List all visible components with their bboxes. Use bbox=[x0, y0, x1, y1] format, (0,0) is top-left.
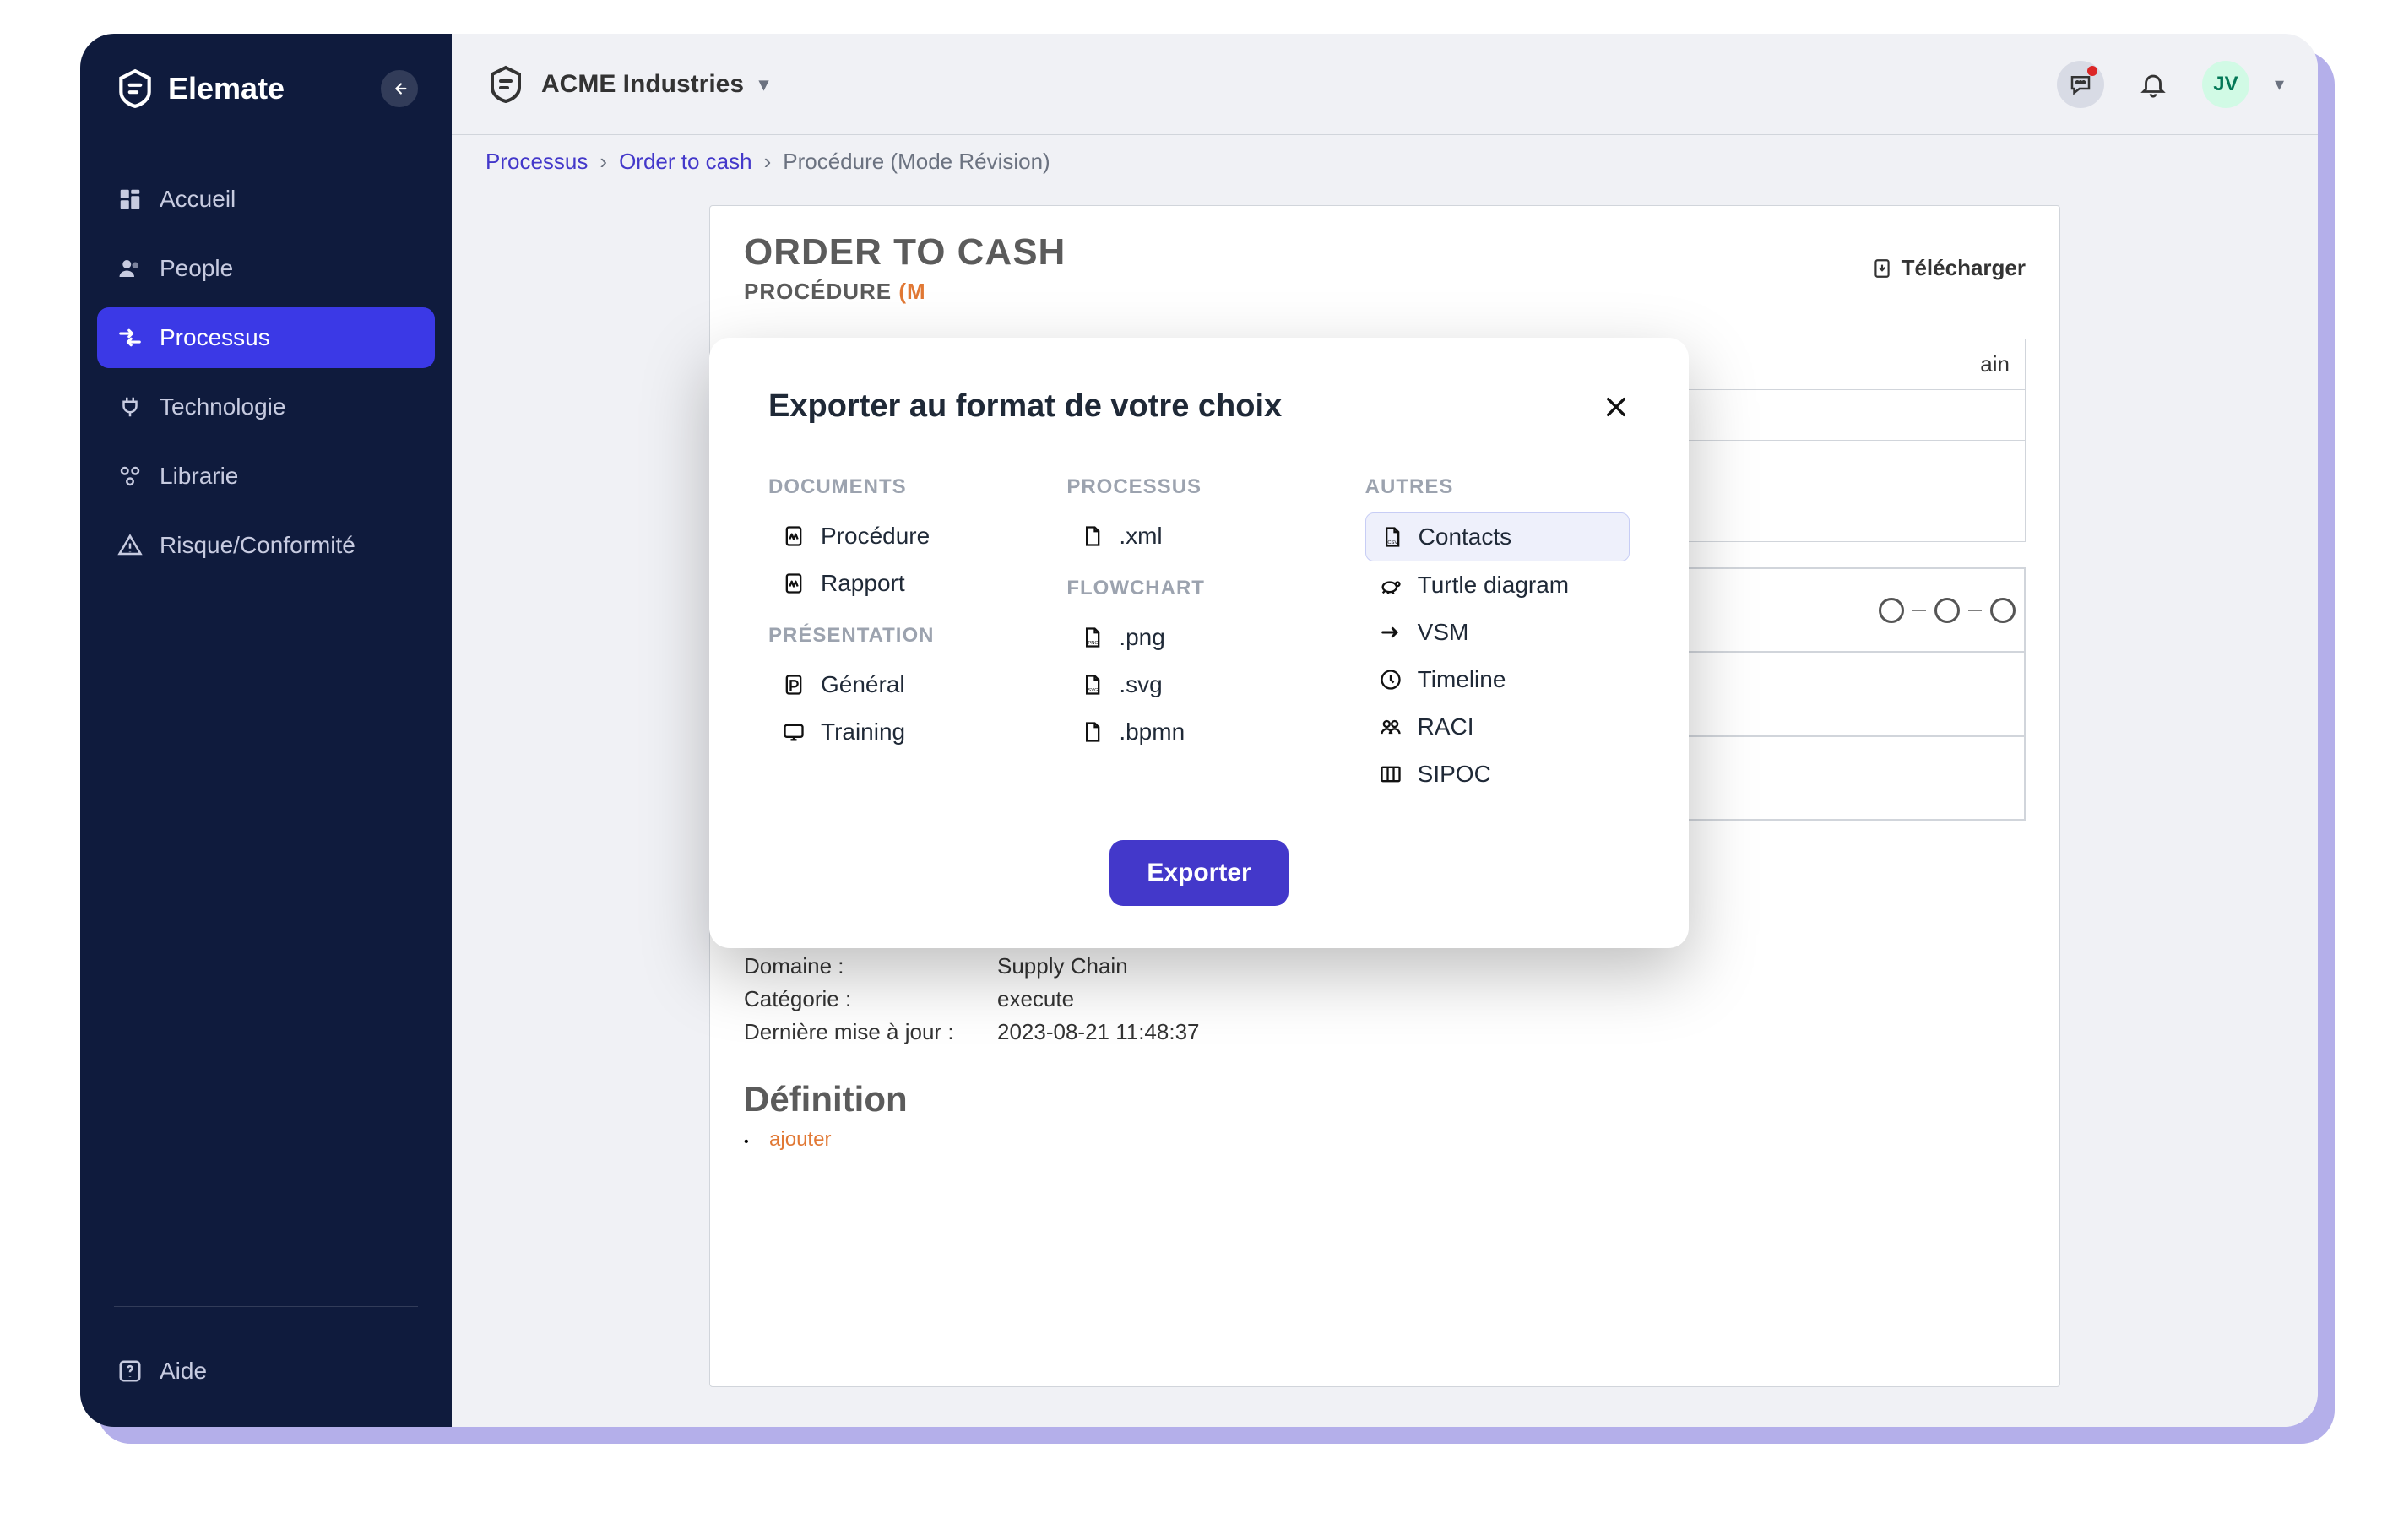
export-option-bpmn[interactable]: .bpmn bbox=[1066, 708, 1331, 756]
export-option-raci[interactable]: RACI bbox=[1365, 703, 1630, 751]
export-button[interactable]: Exporter bbox=[1109, 840, 1288, 906]
group-heading-documents: DOCUMENTS bbox=[768, 475, 1033, 499]
group-icon bbox=[1379, 715, 1402, 739]
png-icon: PNG bbox=[1080, 626, 1104, 649]
app-window: Elemate Accueil People Processus Technol… bbox=[80, 34, 2318, 1427]
modal-close-button[interactable] bbox=[1603, 393, 1630, 420]
group-heading-flowchart: FLOWCHART bbox=[1066, 577, 1331, 600]
export-option-xml[interactable]: .xml bbox=[1066, 512, 1331, 560]
export-option-vsm[interactable]: VSM bbox=[1365, 609, 1630, 656]
export-option-rapport[interactable]: Rapport bbox=[768, 560, 1033, 607]
export-option-turtle[interactable]: Turtle diagram bbox=[1365, 561, 1630, 609]
word-icon bbox=[782, 572, 806, 595]
group-heading-presentation: PRÉSENTATION bbox=[768, 624, 1033, 648]
export-modal: Exporter au format de votre choix DOCUME… bbox=[709, 338, 1689, 948]
ppt-icon bbox=[782, 673, 806, 697]
export-option-sipoc[interactable]: SIPOC bbox=[1365, 751, 1630, 798]
columns-icon bbox=[1379, 762, 1402, 786]
screen-icon bbox=[782, 720, 806, 744]
modal-title: Exporter au format de votre choix bbox=[768, 388, 1282, 425]
word-icon bbox=[782, 524, 806, 548]
clock-icon bbox=[1379, 668, 1402, 691]
arrow-icon bbox=[1379, 621, 1402, 644]
svg-text:CSV: CSV bbox=[1387, 540, 1397, 545]
export-option-procedure[interactable]: Procédure bbox=[768, 512, 1033, 560]
group-heading-processus: PROCESSUS bbox=[1066, 475, 1331, 499]
close-icon bbox=[1603, 393, 1630, 420]
modal-backdrop: Exporter au format de votre choix DOCUME… bbox=[80, 34, 2318, 1427]
svg-text:SVG: SVG bbox=[1088, 688, 1099, 693]
export-option-training[interactable]: Training bbox=[768, 708, 1033, 756]
export-option-general[interactable]: Général bbox=[768, 661, 1033, 708]
group-heading-autres: AUTRES bbox=[1365, 475, 1630, 499]
file-icon bbox=[1080, 720, 1104, 744]
file-icon bbox=[1080, 524, 1104, 548]
export-option-timeline[interactable]: Timeline bbox=[1365, 656, 1630, 703]
export-option-png[interactable]: PNG .png bbox=[1066, 614, 1331, 661]
svg-icon: SVG bbox=[1080, 673, 1104, 697]
turtle-icon bbox=[1379, 573, 1402, 597]
csv-icon: CSV bbox=[1380, 525, 1403, 549]
export-option-contacts[interactable]: CSV Contacts bbox=[1365, 512, 1630, 561]
svg-text:PNG: PNG bbox=[1088, 641, 1099, 646]
export-option-svg[interactable]: SVG .svg bbox=[1066, 661, 1331, 708]
